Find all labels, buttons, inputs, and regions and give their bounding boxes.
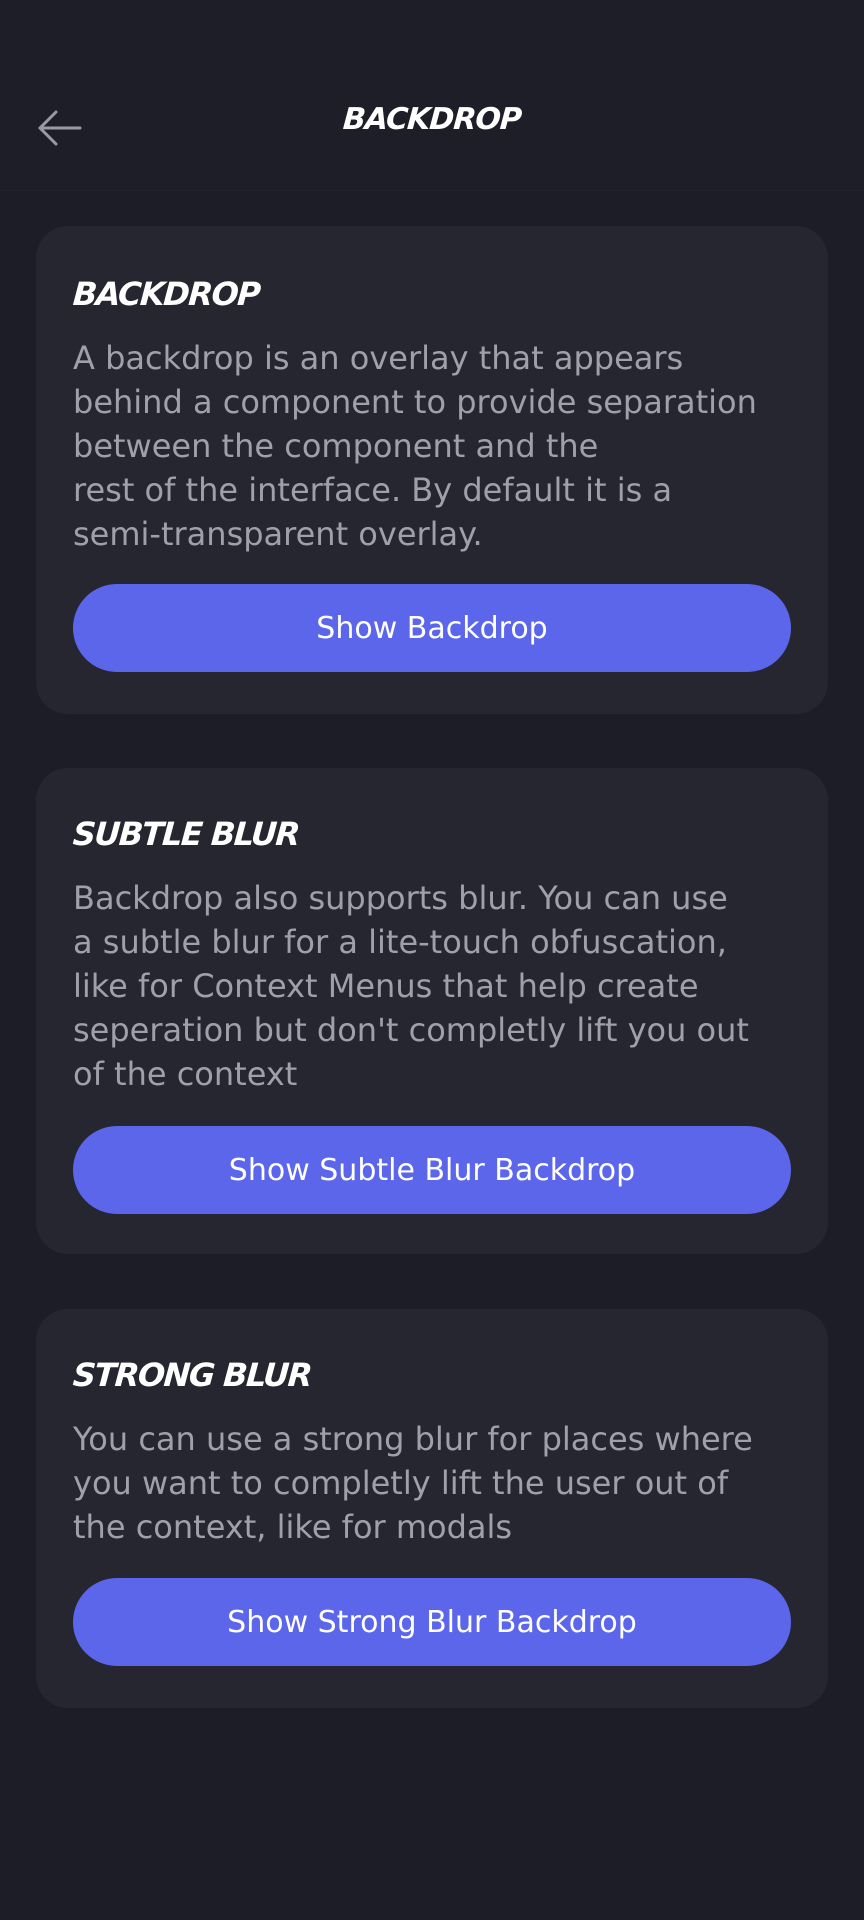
card-description: Backdrop also supports blur. You can use… [73,879,749,1093]
show-backdrop-button[interactable]: Show Backdrop [73,584,791,672]
card-title: STRONG BLUR [71,1356,313,1394]
backdrop-card: BACKDROP A backdrop is an overlay that a… [36,226,828,714]
show-subtle-blur-backdrop-button[interactable]: Show Subtle Blur Backdrop [73,1126,791,1214]
strong-blur-card: STRONG BLUR You can use a strong blur fo… [36,1309,828,1708]
card-title: SUBTLE BLUR [71,815,301,853]
page-title: BACKDROP [341,102,523,137]
top-app-bar: BACKDROP [0,0,864,191]
card-title: BACKDROP [71,275,261,313]
card-description: You can use a strong blur for places whe… [73,1420,753,1546]
screen: BACKDROP BACKDROP A backdrop is an overl… [0,0,864,1920]
show-strong-blur-backdrop-button[interactable]: Show Strong Blur Backdrop [73,1578,791,1666]
card-description: A backdrop is an overlay that appears be… [73,339,757,553]
subtle-blur-card: SUBTLE BLUR Backdrop also supports blur.… [36,768,828,1254]
